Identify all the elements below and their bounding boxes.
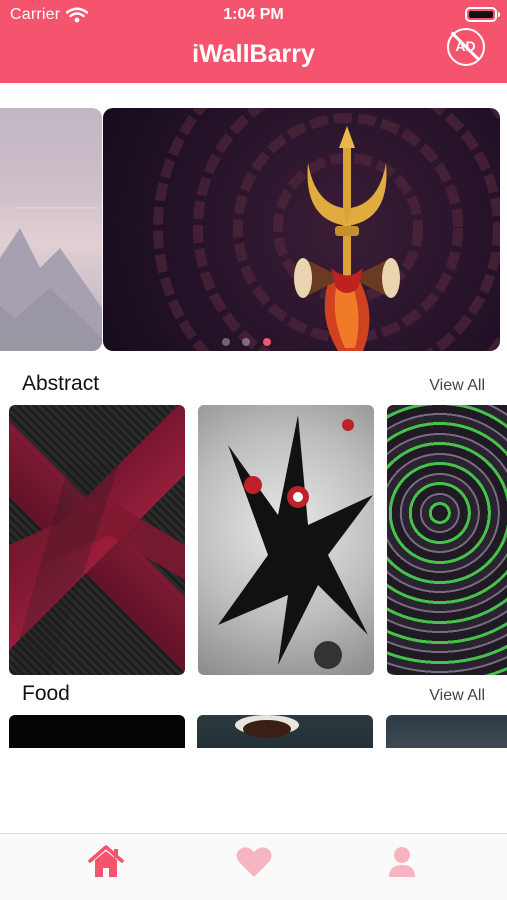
status-time: 1:04 PM xyxy=(223,6,284,23)
tab-bar xyxy=(0,833,507,900)
mountain-landscape-image xyxy=(0,207,102,351)
ink-splash-image xyxy=(218,415,373,669)
profile-icon xyxy=(389,847,415,877)
thumbnail-food-1[interactable] xyxy=(9,715,185,748)
page-dot-2[interactable] xyxy=(242,338,251,346)
view-all-food-link[interactable]: View All xyxy=(429,687,485,705)
battery-fill xyxy=(469,11,493,18)
coffee-cup-image xyxy=(235,715,299,738)
status-bar: Carrier 1:04 PM xyxy=(0,0,507,30)
abstract-thumbnail-row[interactable] xyxy=(0,405,507,675)
tab-profile[interactable] xyxy=(382,844,422,880)
trishul-damru-artwork xyxy=(153,108,500,351)
thumbnail-abstract-3[interactable] xyxy=(387,405,507,675)
food-thumbnail-row[interactable] xyxy=(0,715,507,748)
page-dot-1[interactable] xyxy=(222,338,230,346)
view-all-abstract-link[interactable]: View All xyxy=(429,377,485,395)
section-title-abstract: Abstract xyxy=(22,372,100,395)
section-title-food: Food xyxy=(22,682,70,705)
red-cross-pattern-image xyxy=(9,465,185,675)
home-icon xyxy=(88,845,124,877)
tab-home[interactable] xyxy=(86,844,126,880)
thumbnail-abstract-1[interactable] xyxy=(9,405,185,675)
page-dot-3[interactable] xyxy=(262,338,271,346)
featured-carousel[interactable] xyxy=(0,108,507,351)
battery-icon xyxy=(465,7,500,22)
carousel-slide-active[interactable] xyxy=(103,108,500,351)
tab-favorites[interactable] xyxy=(234,844,274,880)
carousel-page-indicator[interactable] xyxy=(222,333,279,351)
thumbnail-abstract-2[interactable] xyxy=(198,405,374,675)
thumbnail-food-3[interactable] xyxy=(386,715,507,748)
thumbnail-food-2[interactable] xyxy=(197,715,373,748)
heart-icon xyxy=(236,847,272,877)
app-header: Carrier 1:04 PM iWallBarry AD xyxy=(0,0,507,83)
remove-ads-button[interactable]: AD xyxy=(447,28,485,66)
carousel-slide-previous[interactable] xyxy=(0,108,102,351)
app-title: iWallBarry xyxy=(192,40,315,68)
